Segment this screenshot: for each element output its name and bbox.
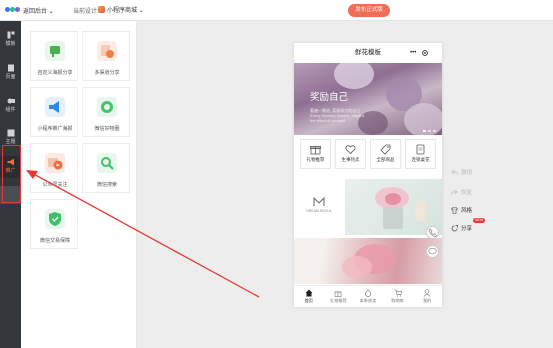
annotation-arrow (26, 170, 260, 298)
